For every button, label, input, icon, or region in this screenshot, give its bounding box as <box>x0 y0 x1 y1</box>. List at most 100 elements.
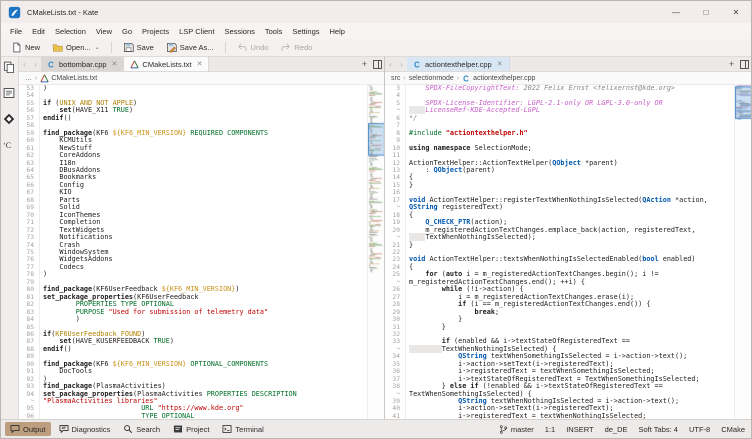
menu-selection[interactable]: Selection <box>50 25 91 38</box>
status-button-label: Project <box>186 425 209 434</box>
sidebar-tool-documents[interactable] <box>3 60 16 73</box>
chevron-right-icon[interactable]: › <box>30 57 41 71</box>
breadcrumb-item-selectionmode[interactable]: selectionmode <box>409 75 454 82</box>
status-1-1[interactable]: 1:1 <box>545 425 555 434</box>
sidebar-tool-lsp[interactable]: ‘C <box>3 138 16 151</box>
text-editor-left[interactable]: 53)5455if (UNIX AND NOT APPLE)56 set(HAV… <box>19 85 384 419</box>
save-as-button[interactable]: Save As... <box>161 40 219 55</box>
chevron-left-icon[interactable]: ‹ <box>385 57 396 71</box>
minimap-scrollbar[interactable] <box>734 85 751 419</box>
code-text: ) <box>40 271 47 278</box>
maximize-button[interactable]: □ <box>691 1 721 23</box>
split-view-button[interactable] <box>738 57 751 71</box>
sidebar-tool-project-tool[interactable] <box>3 112 16 125</box>
line-number: 82 <box>19 301 40 308</box>
chevron-right-icon[interactable]: › <box>396 57 407 71</box>
line-number: 3 <box>385 85 406 92</box>
project-toolview-button[interactable]: Project <box>168 422 214 436</box>
close-button[interactable]: ✕ <box>721 1 751 23</box>
status-cmake[interactable]: CMake <box>721 425 745 434</box>
code-line: 41 i->registeredText = textWhenNothingIs… <box>385 413 734 419</box>
breadcrumb-item-cmakelists-txt[interactable]: CMakeLists.txt <box>40 74 97 83</box>
close-icon[interactable]: ✕ <box>197 60 203 68</box>
tab-actiontexthelper-cpp[interactable]: Cactiontexthelper.cpp ✕ <box>407 57 510 71</box>
line-number: 17 <box>385 197 406 204</box>
status-master[interactable]: master <box>499 425 534 434</box>
terminal-toolview-button[interactable]: Terminal <box>217 422 268 436</box>
line-number: 14 <box>385 174 406 181</box>
line-number: 11 <box>385 152 406 159</box>
line-number: 28 <box>385 301 406 308</box>
code-text: using namespace SelectionMode; <box>406 145 532 152</box>
line-number: 32 <box>385 331 406 338</box>
output-toolview-button[interactable]: Output <box>5 422 51 436</box>
status-info: master 1:1 INSERT de_DE Soft Tabs: 4 UTF-8 CMa… <box>499 425 745 434</box>
wrap-marker: ↪ <box>19 398 40 405</box>
line-number: 89 <box>19 353 40 360</box>
status-de-de[interactable]: de_DE <box>605 425 628 434</box>
line-number: 77 <box>19 264 40 271</box>
line-number: 58 <box>19 122 40 129</box>
line-number: 16 <box>385 189 406 196</box>
save-button[interactable]: Save <box>118 40 159 55</box>
tabbar-spacer <box>209 57 358 71</box>
chevron-left-icon[interactable]: ‹ <box>19 57 30 71</box>
menu-edit[interactable]: Edit <box>27 25 50 38</box>
status-segment-label: CMake <box>721 425 745 434</box>
tab-cmakelists-txt[interactable]: CMakeLists.txt✕ <box>124 57 209 71</box>
status-utf-8[interactable]: UTF-8 <box>689 425 710 434</box>
toolbar-separator <box>111 42 112 53</box>
title-bar[interactable]: CMakeLists.txt - Kate — □ ✕ <box>1 1 751 23</box>
menu-view[interactable]: View <box>91 25 117 38</box>
status-insert[interactable]: INSERT <box>566 425 593 434</box>
menu-lsp-client[interactable]: LSP Client <box>174 25 219 38</box>
open-button[interactable]: Open...⌄ <box>47 40 105 55</box>
split-view-button[interactable] <box>371 57 384 71</box>
tab-label: actiontexthelper.cpp <box>425 60 492 69</box>
diagnostics-toolview-button[interactable]: Diagnostics <box>54 422 116 436</box>
window-controls: — □ ✕ <box>661 1 751 23</box>
new-document-button[interactable]: + <box>725 57 738 71</box>
sidebar-tool-symbols[interactable] <box>3 86 16 99</box>
code-text: i->registeredText = textWhenNothingIsSel… <box>406 413 646 419</box>
breadcrumb-item-[interactable]: … <box>25 75 32 82</box>
line-number: 37 <box>385 376 406 383</box>
menu-go[interactable]: Go <box>117 25 137 38</box>
menu-sessions[interactable]: Sessions <box>219 25 259 38</box>
menu-settings[interactable]: Settings <box>287 25 324 38</box>
menu-tools[interactable]: Tools <box>260 25 288 38</box>
minimize-button[interactable]: — <box>661 1 691 23</box>
svg-text:C: C <box>414 60 420 69</box>
tab-bar-right: ‹› Cactiontexthelper.cpp ✕ + <box>385 57 751 72</box>
code-area[interactable]: 3 SPDX-FileCopyrightText: 2022 Felix Ern… <box>385 85 734 419</box>
git-branch-icon <box>499 425 508 434</box>
menu-projects[interactable]: Projects <box>137 25 174 38</box>
status-soft-tabs-4[interactable]: Soft Tabs: 4 <box>639 425 678 434</box>
menu-file[interactable]: File <box>5 25 27 38</box>
close-icon[interactable]: ✕ <box>497 60 503 68</box>
code-text: endif() <box>40 115 72 122</box>
line-number: 91 <box>19 368 40 375</box>
tab-bottombar-cpp[interactable]: Cbottombar.cpp✕ <box>41 57 124 71</box>
chevron-down-icon[interactable]: ⌄ <box>95 44 100 51</box>
menu-help[interactable]: Help <box>325 25 350 38</box>
new-button[interactable]: New <box>6 40 45 55</box>
close-icon[interactable]: ✕ <box>112 60 118 68</box>
breadcrumb-item-actiontexthelper-cpp[interactable]: Cactiontexthelper.cpp <box>462 74 535 83</box>
code-area[interactable]: 53)5455if (UNIX AND NOT APPLE)56 set(HAV… <box>19 85 367 419</box>
line-number: 10 <box>385 145 406 152</box>
minimap-scrollbar[interactable] <box>367 85 384 419</box>
line-number: 34 <box>385 353 406 360</box>
code-line: 84 ) <box>19 316 367 323</box>
status-segment-label: 1:1 <box>545 425 555 434</box>
undo-icon <box>237 42 248 53</box>
text-editor-right[interactable]: 3 SPDX-FileCopyrightText: 2022 Felix Ern… <box>385 85 751 419</box>
line-number: 24 <box>385 264 406 271</box>
search-toolview-button[interactable]: Search <box>118 422 165 436</box>
line-number: 69 <box>19 204 40 211</box>
status-button-label: Output <box>23 425 46 434</box>
breadcrumb-separator: › <box>403 75 405 82</box>
breadcrumb-item-src[interactable]: src <box>391 75 400 82</box>
toolbar-button-label: Save As... <box>180 43 214 52</box>
new-document-button[interactable]: + <box>358 57 371 71</box>
